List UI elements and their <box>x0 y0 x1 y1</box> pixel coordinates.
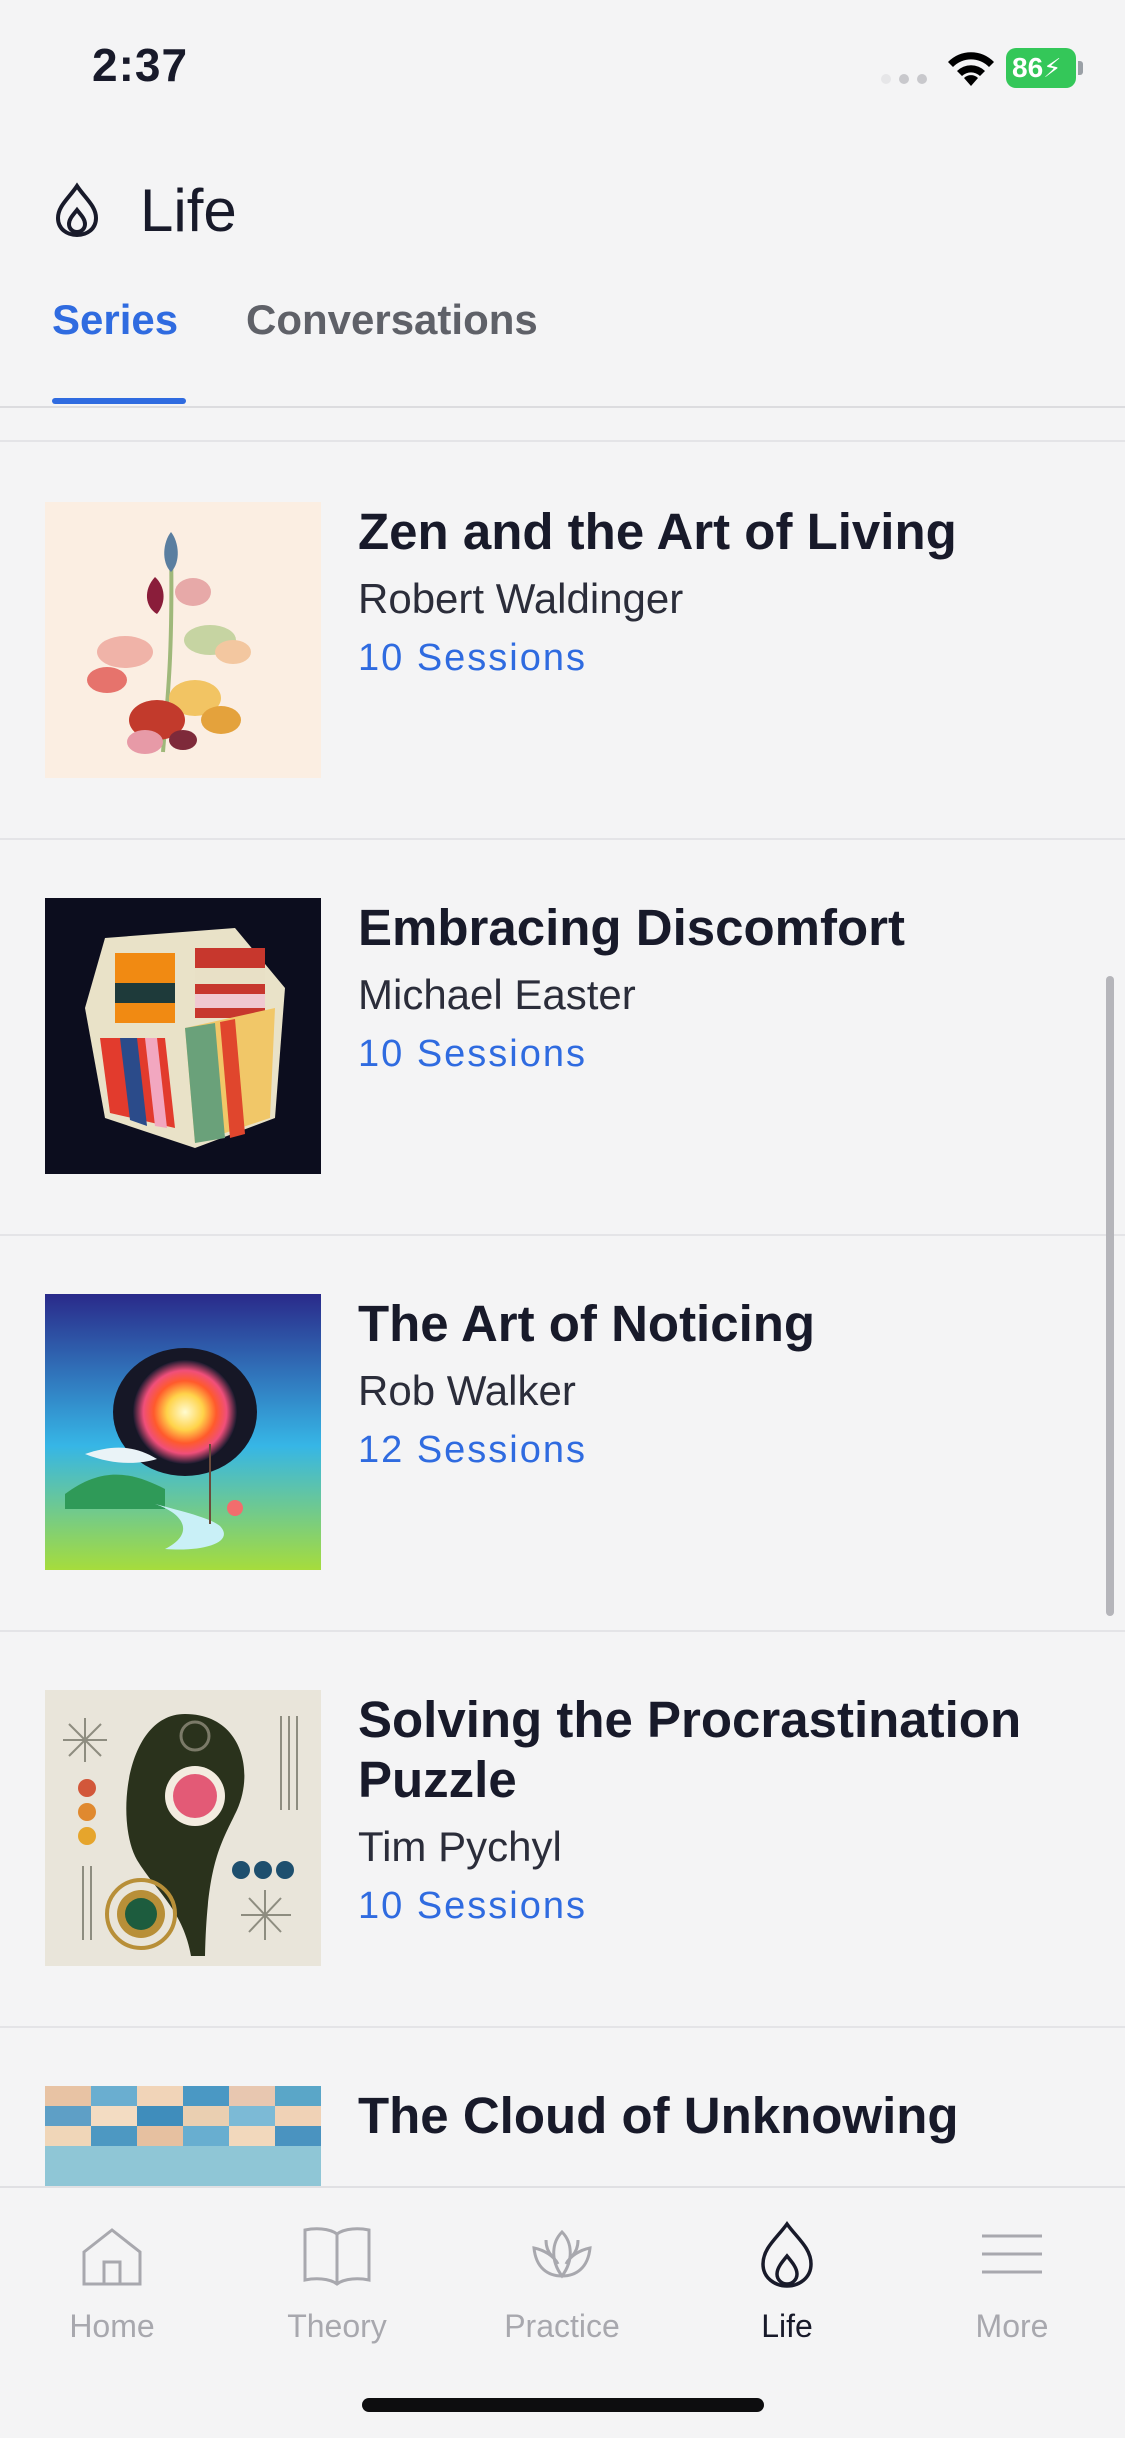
series-item[interactable]: Solving the Procrastination Puzzle Tim P… <box>0 1630 1125 2028</box>
wifi-icon <box>948 52 994 86</box>
flame-icon <box>761 2220 813 2288</box>
series-author: Tim Pychyl <box>358 1823 562 1870</box>
tabbar-practice[interactable]: Practice <box>472 2218 652 2345</box>
tabbar-home[interactable]: Home <box>22 2218 202 2345</box>
tabbar-label: More <box>975 2308 1049 2344</box>
menu-icon <box>982 2234 1042 2274</box>
series-item[interactable]: The Cloud of Unknowing <box>0 2026 1125 2188</box>
active-tab-indicator <box>52 398 186 404</box>
scrollbar[interactable] <box>1106 976 1114 1616</box>
series-sessions: 10 Sessions <box>358 1033 588 1075</box>
series-title: Zen and the Art of Living <box>358 503 957 560</box>
home-icon <box>82 2228 142 2286</box>
tabbar-label: Home <box>69 2308 155 2344</box>
abstract-head-artwork <box>45 1690 321 1966</box>
lotus-icon <box>532 2229 592 2279</box>
series-thumbnail <box>45 502 321 778</box>
series-thumbnail <box>45 1294 321 1570</box>
striped-cube-artwork <box>45 898 321 1174</box>
series-list[interactable]: Zen and the Art of Living Robert Walding… <box>0 440 1125 2188</box>
tabbar-label: Practice <box>504 2308 620 2344</box>
page-title: Life <box>140 176 237 244</box>
tabbar-label: Life <box>761 2308 813 2344</box>
flowers-artwork <box>45 502 321 778</box>
series-item[interactable]: Embracing Discomfort Michael Easter 10 S… <box>0 838 1125 1236</box>
status-time: 2:37 <box>92 39 189 91</box>
series-item[interactable]: Zen and the Art of Living Robert Walding… <box>0 442 1125 840</box>
sun-landscape-artwork <box>45 1294 321 1570</box>
flame-icon <box>55 182 99 238</box>
series-author: Michael Easter <box>358 971 636 1018</box>
series-thumbnail <box>45 1690 321 1966</box>
series-title: The Art of Noticing <box>358 1295 816 1352</box>
tabbar-more[interactable]: More <box>922 2218 1102 2345</box>
series-author: Robert Waldinger <box>358 575 684 622</box>
tabbar-theory[interactable]: Theory <box>247 2218 427 2345</box>
charging-bolt-icon: ⚡ <box>1043 53 1062 83</box>
battery-indicator: 86⚡ <box>1006 48 1084 88</box>
cellular-signal-icon <box>881 74 927 84</box>
series-author: Rob Walker <box>358 1367 576 1414</box>
series-title: The Cloud of Unknowing <box>358 2087 959 2144</box>
status-bar: 2:37 86⚡ <box>0 0 1125 130</box>
pixel-clouds-artwork <box>45 2086 321 2188</box>
series-title: Embracing Discomfort <box>358 899 905 956</box>
series-thumbnail <box>45 898 321 1174</box>
series-sessions: 12 Sessions <box>358 1429 588 1471</box>
book-icon <box>303 2227 371 2286</box>
tab-conversations[interactable]: Conversations <box>246 296 538 344</box>
title-row: Life <box>52 170 237 250</box>
tab-bar-top: Series Conversations <box>0 270 1125 408</box>
series-title: Solving the Procrastination Puzzle <box>358 1691 1022 1808</box>
series-thumbnail <box>45 2086 321 2188</box>
series-sessions: 10 Sessions <box>358 637 588 679</box>
series-item[interactable]: The Art of Noticing Rob Walker 12 Sessio… <box>0 1234 1125 1632</box>
tabbar-label: Theory <box>287 2308 387 2344</box>
tab-series[interactable]: Series <box>52 296 178 344</box>
home-indicator[interactable] <box>362 2398 764 2412</box>
tabbar-life[interactable]: Life <box>697 2218 877 2345</box>
series-sessions: 10 Sessions <box>358 1885 588 1927</box>
battery-level: 86 <box>1012 52 1044 83</box>
